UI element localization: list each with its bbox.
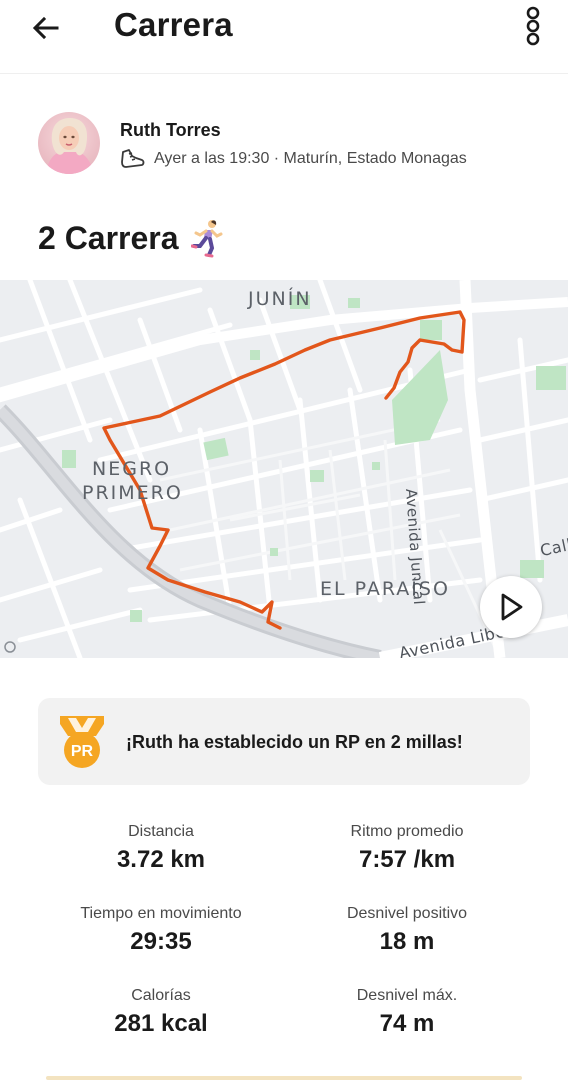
stat-value: 7:57 /km [358,846,456,873]
stat-label: Tiempo en movimiento [80,905,242,922]
back-button[interactable] [26,8,66,48]
avatar[interactable] [38,112,100,174]
stat-label: Distancia [128,823,194,840]
arrow-left-icon [32,16,59,40]
stat-label: Desnivel positivo [346,905,468,922]
route-map[interactable]: JUNÍN NEGRO PRIMERO EL PARAÍSO Avenida J… [0,280,568,658]
woman-running-icon [190,220,223,258]
activity-meta: Ayer a las 19:30 · Maturín, Estado Monag… [120,148,467,170]
more-options-button[interactable] [516,4,550,48]
stat-value: 18 m [379,928,435,955]
author-name[interactable]: Ruth Torres [120,120,221,141]
top-app-bar: Carrera [0,0,568,74]
map-label-negro: NEGRO [92,458,172,480]
running-shoe-icon [121,149,145,168]
stat-avg-pace: Ritmo promedio 7:57 /km [284,822,530,874]
stat-value: 29:35 [130,928,192,955]
next-card-edge [46,1076,522,1080]
pr-badge-text: PR [71,743,94,760]
stat-label: Desnivel máx. [356,987,458,1004]
pr-medal-icon: PR [60,716,104,768]
stat-value: 3.72 km [116,846,206,873]
personal-record-banner[interactable]: PR ¡Ruth ha establecido un RP en 2 milla… [38,698,530,785]
activity-date-location: Ayer a las 19:30 · Maturín, Estado Monag… [154,150,467,167]
stat-elevation-gain: Desnivel positivo 18 m [284,904,530,956]
stat-distance: Distancia 3.72 km [38,822,284,874]
pr-message: ¡Ruth ha establecido un RP en 2 millas! [126,732,463,752]
play-icon [501,593,523,621]
map-label-el-paraiso: EL PARAÍSO [320,578,450,600]
activity-title: 2 Carrera [38,218,225,258]
stat-value: 281 kcal [114,1010,208,1037]
stat-calories: Calorías 281 kcal [38,986,284,1038]
stat-label: Ritmo promedio [350,823,464,840]
page-title: Carrera [114,6,233,43]
activity-author: Ruth Torres Ayer a las 19:30 · Maturín, … [38,112,538,180]
play-flyover-button[interactable] [480,576,542,638]
more-vertical-icon [526,6,540,46]
map-label-junin: JUNÍN [248,288,312,310]
stat-max-elevation: Desnivel máx. 74 m [284,986,530,1038]
activity-name: 2 Carrera [38,219,179,256]
stat-label: Calorías [131,987,191,1004]
map-label-primero: PRIMERO [82,482,183,504]
stat-moving-time: Tiempo en movimiento 29:35 [38,904,284,956]
stat-value: 74 m [379,1010,435,1037]
